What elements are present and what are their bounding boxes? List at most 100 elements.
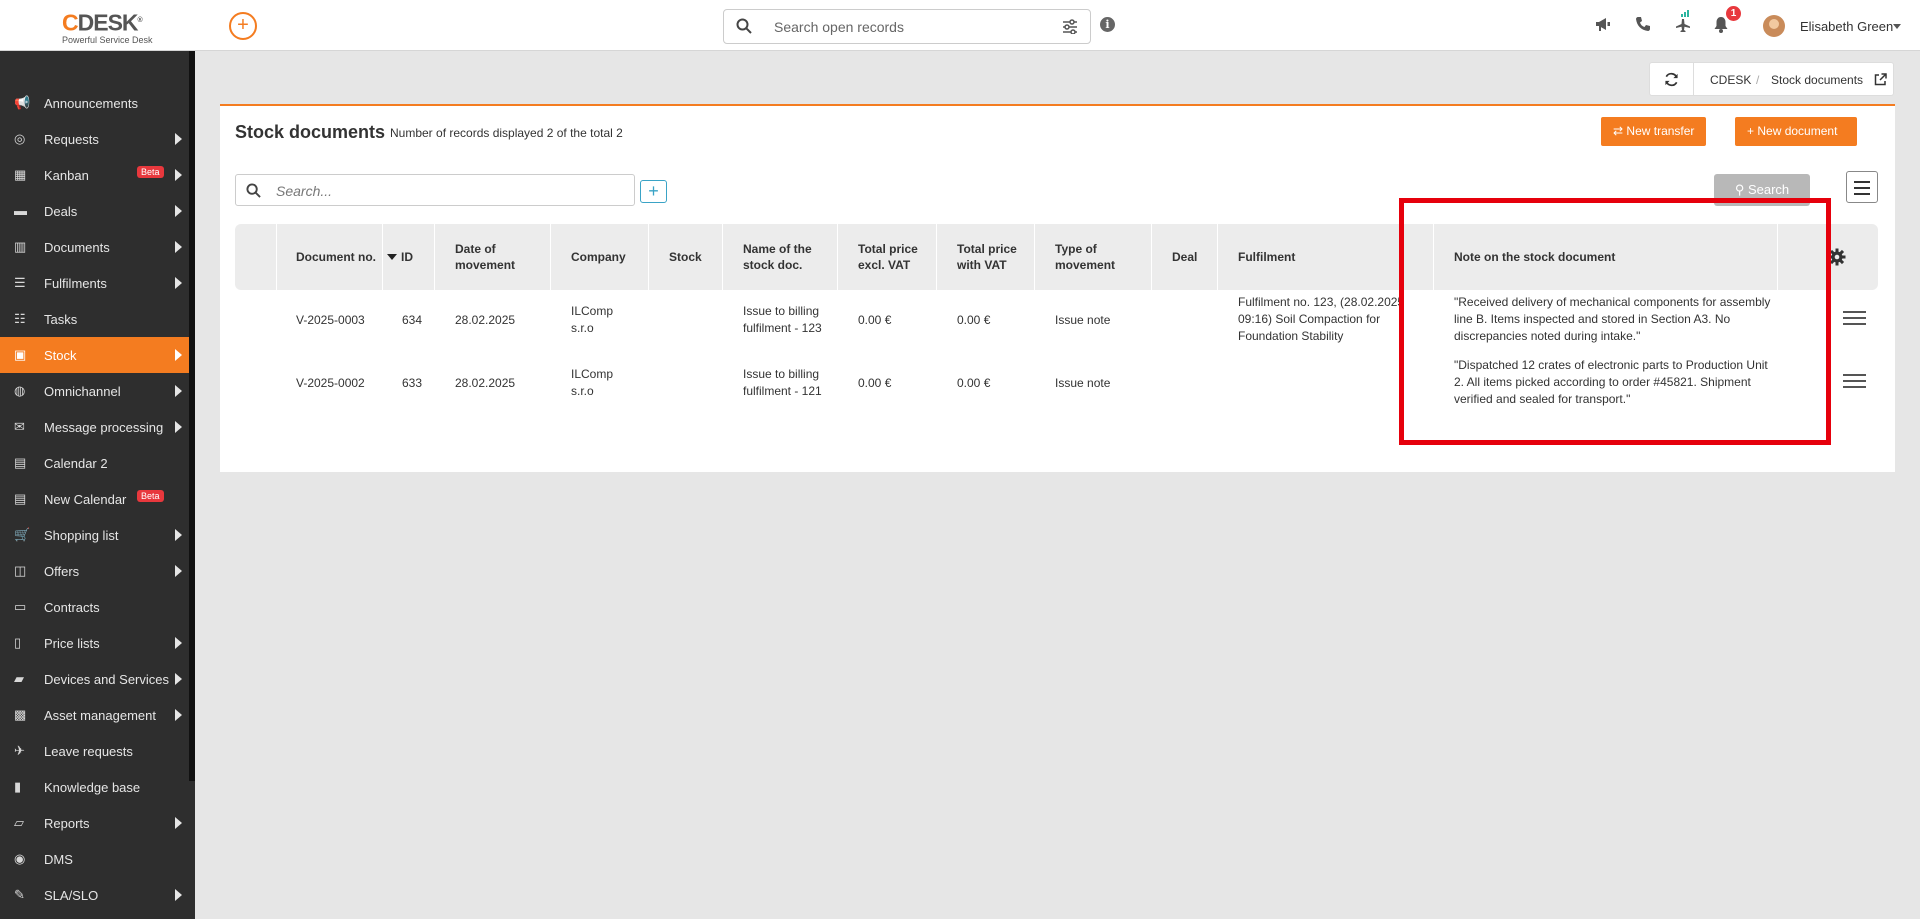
cell-price-excl: 0.00 € (858, 313, 892, 327)
sidebar-item-label: Message processing (44, 420, 164, 435)
sidebar-item-fulfilments[interactable]: ☰ Fulfilments (0, 265, 189, 301)
megaphone-icon[interactable] (1594, 16, 1612, 32)
sidebar-item-label: DMS (44, 852, 73, 867)
sidebar-item-tasks[interactable]: ☷ Tasks (0, 301, 189, 337)
column-deal[interactable]: Deal (1172, 224, 1212, 290)
info-icon[interactable]: i (1100, 17, 1115, 32)
sidebar-item-message-processing[interactable]: ✉ Message processing (0, 409, 189, 445)
sidebar-item-label: Asset management (44, 708, 157, 723)
sidebar-item-devices-and-services[interactable]: ▰ Devices and Services (0, 661, 189, 697)
sidebar-item-announcements[interactable]: 📢 Announcements (0, 85, 189, 121)
column-stock[interactable]: Stock (669, 224, 719, 290)
cell-name: Issue to billing fulfilment - 123 (743, 304, 822, 335)
column-price-with[interactable]: Total price with VAT (957, 224, 1023, 290)
sidebar-item-sla-slo[interactable]: ✎ SLA/SLO (0, 877, 189, 913)
column-fulfilment[interactable]: Fulfilment (1238, 224, 1418, 290)
column-company[interactable]: Company (571, 224, 641, 290)
sidebar-item-reports[interactable]: ▱ Reports (0, 805, 189, 841)
breadcrumb-root[interactable]: CDESK (1710, 73, 1751, 87)
cell-type: Issue note (1055, 376, 1111, 390)
sidebar-item-label: Stock (44, 348, 77, 363)
sidebar-item-label: Documents (44, 240, 110, 255)
sidebar-item-omnichannel[interactable]: ◍ Omnichannel (0, 373, 189, 409)
chevron-right-icon (175, 421, 182, 433)
chat-icon: ◍ (14, 383, 26, 398)
refresh-button[interactable] (1650, 63, 1694, 95)
sidebar-item-shopping-list[interactable]: 🛒 Shopping list (0, 517, 189, 553)
sidebar-item-label: Knowledge base (44, 780, 141, 795)
row-menu-icon[interactable] (1843, 374, 1866, 390)
search-icon: ⚲ (1734, 182, 1745, 197)
logo-c: C (62, 9, 79, 36)
sidebar-item-asset-management[interactable]: ▩ Asset management (0, 697, 189, 733)
sidebar-item-label: Deals (44, 204, 78, 219)
sidebar-item-requests[interactable]: ◎ Requests (0, 121, 189, 157)
logo[interactable]: CDESK® Powerful Service Desk (62, 10, 153, 45)
column-document-no[interactable]: Document no. (296, 224, 376, 290)
sidebar-item-calendar-2[interactable]: ▤ Calendar 2 (0, 445, 189, 481)
cell-doc-no[interactable]: V-2025-0002 (296, 375, 365, 392)
column-date[interactable]: Date of movement (455, 224, 535, 290)
column-type[interactable]: Type of movement (1055, 224, 1139, 290)
cell-company[interactable]: ILComp s.r.o (571, 366, 629, 400)
sidebar-item-knowledge-base[interactable]: ▮ Knowledge base (0, 769, 189, 805)
new-transfer-button[interactable]: ⇄ New transfer (1601, 117, 1707, 146)
sidebar-item-label: Devices and Services (44, 672, 169, 687)
chevron-right-icon (175, 817, 182, 829)
sidebar-item-label: Tasks (44, 312, 78, 327)
avatar[interactable] (1763, 15, 1785, 37)
search-icon (246, 183, 261, 198)
add-icon[interactable]: + (229, 12, 257, 40)
transfer-icon: ⇄ (1613, 124, 1624, 138)
chevron-down-icon[interactable] (1893, 24, 1901, 29)
sidebar-item-label: Price lists (44, 636, 100, 651)
cell-fulfilment[interactable]: Fulfilment no. 123, (28.02.2025 09:16) S… (1238, 294, 1413, 346)
chevron-right-icon (175, 385, 182, 397)
cell-date: 28.02.2025 (455, 376, 516, 390)
row-menu-icon[interactable] (1843, 311, 1866, 327)
column-id[interactable]: ID (387, 224, 432, 290)
asset-icon: ▩ (14, 707, 27, 722)
sidebar-item-new-calendar[interactable]: ▤ New Calendar Beta (0, 481, 189, 517)
breadcrumb-separator: / (1756, 73, 1760, 87)
global-search-input[interactable] (774, 17, 1044, 37)
sidebar-item-dms[interactable]: ◉ DMS (0, 841, 189, 877)
global-search (723, 9, 1091, 44)
add-filter-button[interactable]: + (640, 180, 667, 203)
list-icon: ☰ (14, 275, 26, 290)
new-transfer-label: New transfer (1626, 124, 1695, 138)
external-link-icon[interactable] (1874, 73, 1887, 86)
sidebar-item-global-settings[interactable]: ✲Global settings (0, 913, 189, 919)
user-name[interactable]: Elisabeth Green (1800, 19, 1893, 34)
sidebar-item-price-lists[interactable]: ▯ Price lists (0, 625, 189, 661)
search-input[interactable] (276, 181, 616, 201)
sidebar-item-label: Shopping list (44, 528, 119, 543)
phone-icon[interactable] (1635, 16, 1651, 32)
cell-company[interactable]: ILComp s.r.o (571, 303, 629, 337)
column-price-excl[interactable]: Total price excl. VAT (858, 224, 922, 290)
logo-mark: ® (137, 17, 143, 24)
sidebar-item-documents[interactable]: ▥ Documents (0, 229, 189, 265)
cell-id: 633 (402, 376, 423, 390)
plane-icon: ✈ (14, 743, 25, 758)
list-menu-button[interactable] (1846, 171, 1878, 203)
sidebar-item-deals[interactable]: ▬ Deals (0, 193, 189, 229)
sidebar-scrollbar[interactable] (189, 51, 195, 781)
bell-icon[interactable] (1713, 16, 1729, 33)
sidebar-item-label: Contracts (44, 600, 100, 615)
sidebar-item-offers[interactable]: ◫ Offers (0, 553, 189, 589)
folder-open-icon: ▱ (14, 815, 24, 830)
search-button-label: Search (1747, 182, 1790, 197)
wrench-icon: ✎ (14, 887, 25, 902)
plane-signal-icon[interactable] (1673, 10, 1693, 32)
column-name[interactable]: Name of the stock doc. (743, 224, 828, 290)
sidebar-item-kanban[interactable]: ▦ Kanban Beta (0, 157, 189, 193)
logo-text: DESK (77, 9, 139, 36)
sidebar-item-label: Omnichannel (44, 384, 121, 399)
cell-doc-no[interactable]: V-2025-0003 (296, 312, 365, 329)
sidebar-item-leave-requests[interactable]: ✈ Leave requests (0, 733, 189, 769)
new-document-button[interactable]: + New document (1735, 117, 1857, 146)
filter-sliders-icon[interactable] (1062, 19, 1078, 34)
sidebar-item-stock[interactable]: ▣ Stock (0, 337, 189, 373)
sidebar-item-contracts[interactable]: ▭ Contracts (0, 589, 189, 625)
